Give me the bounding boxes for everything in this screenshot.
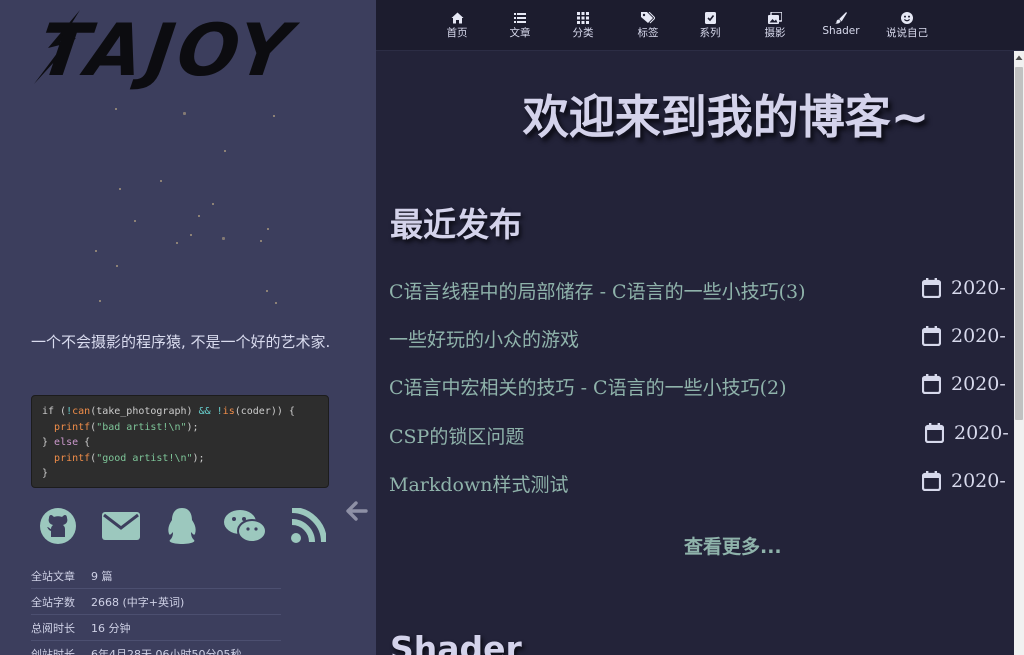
images-icon xyxy=(768,12,782,24)
stat-row: 创站时长 6年4月28天 06小时50分05秒 xyxy=(31,641,281,655)
code-line: if (!can(take_photograph) && !is(coder))… xyxy=(42,406,295,417)
book-icon xyxy=(704,12,716,24)
nav-item-about-me[interactable]: 说说自己 xyxy=(877,12,937,40)
post-item[interactable]: C语言中宏相关的技巧 - C语言的一些小技巧(2) 2020- xyxy=(389,369,1014,399)
grid-icon xyxy=(577,12,589,24)
scroll-up-arrow-icon[interactable] xyxy=(1014,53,1024,63)
github-icon[interactable] xyxy=(38,506,78,546)
calendar-icon xyxy=(925,423,944,443)
code-block: if (!can(take_photograph) && !is(coder))… xyxy=(31,395,329,488)
stat-row: 总阅时长 16 分钟 xyxy=(31,615,281,641)
wechat-icon[interactable] xyxy=(222,506,268,546)
post-date: 2020- xyxy=(922,277,1006,299)
tags-icon xyxy=(641,12,655,24)
site-logo[interactable]: TAJOY xyxy=(30,8,336,92)
qq-icon[interactable] xyxy=(162,506,202,546)
post-item[interactable]: C语言线程中的局部储存 - C语言的一些小技巧(3) 2020- xyxy=(389,273,1014,303)
nav-item-series[interactable]: 系列 xyxy=(680,12,740,40)
brush-icon xyxy=(835,12,847,24)
social-links xyxy=(38,506,338,550)
welcome-heading: 欢迎来到我的博客~ xyxy=(522,90,930,144)
bio-text: 一个不会摄影的程序猿, 不是一个好的艺术家. xyxy=(31,333,331,351)
calendar-icon xyxy=(922,326,941,346)
site-stats: 全站文章 9 篇 全站字数 2668 (中字+英词) 总阅时长 16 分钟 创站时长 6… xyxy=(31,563,281,655)
post-date: 2020- xyxy=(925,422,1009,444)
recent-posts-heading: 最近发布 xyxy=(390,205,522,244)
top-nav: 首页 文章 分类 标签 系列 摄影 Shader 说说自己 xyxy=(376,0,1024,51)
code-line: printf("bad artist!\n"); xyxy=(54,421,199,433)
post-date: 2020- xyxy=(922,470,1006,492)
post-title[interactable]: 一些好玩的小众的游戏 xyxy=(389,325,579,352)
calendar-icon xyxy=(922,278,941,298)
nav-item-articles[interactable]: 文章 xyxy=(490,12,550,40)
smile-icon xyxy=(901,12,913,24)
scrollbar-thumb[interactable] xyxy=(1015,67,1023,420)
nav-item-photography[interactable]: 摄影 xyxy=(745,12,805,40)
scrollbar[interactable] xyxy=(1014,51,1024,655)
stat-row: 全站文章 9 篇 xyxy=(31,563,281,589)
nav-item-tags[interactable]: 标签 xyxy=(618,12,678,40)
post-item[interactable]: 一些好玩的小众的游戏 2020- xyxy=(389,321,1014,351)
nav-item-shader[interactable]: Shader xyxy=(811,12,871,37)
nav-item-categories[interactable]: 分类 xyxy=(553,12,613,40)
calendar-icon xyxy=(922,471,941,491)
code-line: } xyxy=(42,468,49,479)
main-content: 欢迎来到我的博客~ 最近发布 C语言线程中的局部储存 - C语言的一些小技巧(3… xyxy=(376,51,1014,655)
view-more-link[interactable]: 查看更多... xyxy=(684,532,782,559)
sidebar: TAJOY 一个不会摄影的程序猿, 不是一个好的艺术家. if (!can(ta… xyxy=(0,0,376,655)
rss-icon[interactable] xyxy=(288,506,328,546)
post-title[interactable]: C语言中宏相关的技巧 - C语言的一些小技巧(2) xyxy=(389,373,787,400)
post-item[interactable]: Markdown样式测试 2020- xyxy=(389,466,1014,496)
stat-row: 全站字数 2668 (中字+英词) xyxy=(31,589,281,615)
calendar-icon xyxy=(922,374,941,394)
code-line: } else { xyxy=(42,437,91,448)
shader-section-heading: Shader xyxy=(390,629,522,655)
post-item[interactable]: CSP的锁区问题 2020- xyxy=(389,418,1014,448)
home-icon xyxy=(451,12,463,24)
logo-text: TAJOY xyxy=(34,8,301,92)
post-title[interactable]: C语言线程中的局部储存 - C语言的一些小技巧(3) xyxy=(389,277,806,304)
code-line: printf("good artist!\n"); xyxy=(54,452,205,464)
collapse-sidebar-arrow-icon[interactable] xyxy=(344,498,370,524)
post-title[interactable]: Markdown样式测试 xyxy=(389,470,568,497)
mail-icon[interactable] xyxy=(100,506,142,546)
post-title[interactable]: CSP的锁区问题 xyxy=(389,422,524,449)
list-icon xyxy=(514,13,526,23)
post-date: 2020- xyxy=(922,325,1006,347)
nav-item-home[interactable]: 首页 xyxy=(427,12,487,40)
post-date: 2020- xyxy=(922,373,1006,395)
